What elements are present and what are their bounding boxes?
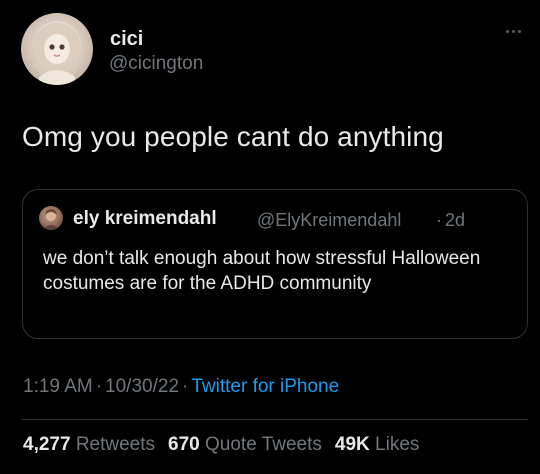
tweet-date[interactable]: 10/30/22 <box>105 376 179 397</box>
likes-stat[interactable]: 49K Likes <box>335 434 420 455</box>
author-avatar[interactable] <box>21 13 93 85</box>
tweet-source-link[interactable]: Twitter for iPhone <box>191 376 339 397</box>
likes-count: 49K <box>334 434 370 455</box>
meta-separator: · <box>182 376 189 397</box>
retweets-stat[interactable]: 4,277 Retweets <box>23 434 155 455</box>
author-handle[interactable]: @cicington <box>109 53 203 75</box>
quoted-separator: · <box>436 210 442 230</box>
person-photo-icon <box>43 209 59 230</box>
tweet-text: Omg you people cant do anything <box>22 121 444 152</box>
more-dot <box>512 29 515 33</box>
author-display-name[interactable]: cici <box>110 28 143 50</box>
more-dot <box>518 29 521 33</box>
quoted-tweet-text: we don’t talk enough about how stressful… <box>43 248 481 294</box>
quoted-tweet-card[interactable]: ely kreimendahl @ElyKreimendahl · 2d we … <box>22 189 528 339</box>
more-dot <box>506 29 509 33</box>
quoted-author-display-name[interactable]: ely kreimendahl <box>73 208 217 230</box>
quote-tweets-stat[interactable]: 670 Quote Tweets <box>168 434 322 455</box>
doll-photo-icon <box>32 21 82 85</box>
quoted-author-avatar[interactable] <box>39 206 63 230</box>
tweet-stats: 4,277 Retweets 670 Quote Tweets 49K Likes <box>23 433 419 457</box>
tweet: cici @cicington Omg you people cant do a… <box>0 0 540 474</box>
tweet-meta: 1:19 AM · 10/30/22 · Twitter for iPhone <box>23 376 339 398</box>
quoted-tweet-age[interactable]: 2d <box>445 209 465 231</box>
quote-tweets-count: 670 <box>168 434 200 455</box>
retweets-label: Retweets <box>75 434 156 455</box>
quoted-author-handle[interactable]: @ElyKreimendahl <box>257 209 401 231</box>
likes-label: Likes <box>375 434 420 455</box>
meta-separator: · <box>95 376 103 397</box>
stats-divider <box>22 419 528 420</box>
retweets-count: 4,277 <box>23 434 71 455</box>
more-dots-icon[interactable] <box>506 26 530 36</box>
tweet-time[interactable]: 1:19 AM <box>23 376 93 397</box>
quote-tweets-label: Quote Tweets <box>205 434 322 455</box>
